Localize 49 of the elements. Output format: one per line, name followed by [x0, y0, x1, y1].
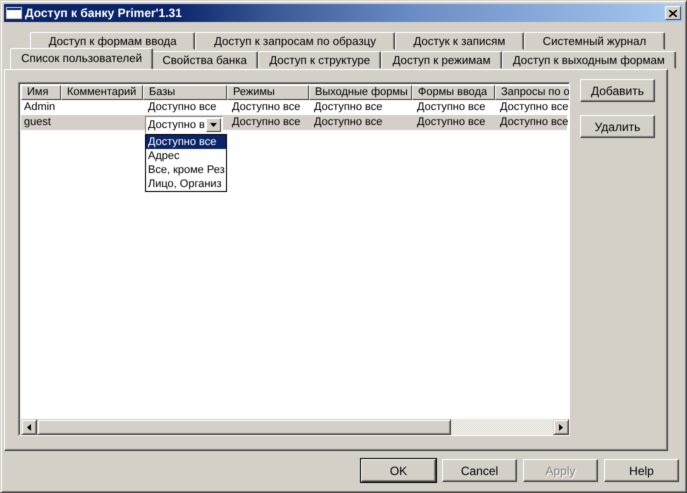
table-cell-text: guest [23, 115, 52, 130]
table-cell-text: Доступно все [313, 100, 384, 115]
table-cell-text: Доступно все [313, 115, 384, 130]
caret-icon [210, 123, 217, 127]
tab[interactable]: Доступ к выходным формам [502, 51, 676, 69]
window-title: Доступ к банку Primer'1.31 [25, 6, 183, 20]
table-cell-text: Admin [23, 100, 56, 115]
delete-button[interactable]: Удалить [580, 115, 655, 138]
left-arrow-icon [27, 424, 31, 430]
table-cell-text: Доступно все [231, 115, 302, 130]
column-header[interactable]: Режимы [227, 85, 309, 100]
dialog-button[interactable]: Help [604, 459, 679, 482]
table-cell-text: Доступно все [147, 100, 218, 115]
scroll-left-button[interactable] [21, 419, 37, 435]
dropdown-button[interactable] [206, 118, 221, 132]
dropdown-option[interactable]: Доступно все [146, 135, 226, 149]
column-header[interactable]: Запросы по о [495, 85, 569, 100]
scroll-right-button[interactable] [553, 419, 569, 435]
horizontal-scrollbar[interactable] [21, 419, 569, 435]
dialog-button[interactable]: Cancel [442, 459, 517, 482]
tab[interactable]: Доступ к формам ввода [30, 32, 196, 50]
window-icon [6, 7, 22, 19]
dropdown-option[interactable]: Все, кроме Рез [146, 163, 226, 177]
dropdown-option[interactable]: Лицо, Организ [146, 177, 226, 191]
tab[interactable]: Список пользователей [10, 48, 154, 69]
tab[interactable]: Доступ к структуре [258, 51, 382, 69]
close-button[interactable] [665, 6, 681, 20]
right-arrow-icon [559, 424, 563, 430]
combo-box[interactable]: Доступно в [145, 116, 223, 134]
column-header[interactable]: Формы ввода [412, 85, 495, 100]
tab[interactable]: Доступ к режимам [381, 51, 502, 69]
tab[interactable]: Системный журнал [524, 32, 665, 50]
close-icon [669, 10, 677, 16]
column-header[interactable]: Выходные формы [309, 85, 412, 100]
table-cell-text: Доступно все [416, 100, 486, 115]
table-cell-text: Доступно все [231, 100, 302, 115]
column-header[interactable]: Имя [21, 85, 61, 100]
tab[interactable]: Доступ к запросам по образцу [195, 32, 395, 50]
dialog-button[interactable]: OK [361, 459, 436, 482]
column-header[interactable]: Базы [143, 85, 227, 100]
table-cell-text: Доступно все [499, 100, 569, 115]
table-cell-text: Доступно все [416, 115, 486, 130]
dropdown-option[interactable]: Адрес [146, 149, 226, 163]
scroll-thumb[interactable] [37, 419, 451, 435]
tab[interactable]: Достук к записям [394, 32, 524, 50]
add-button[interactable]: Добавить [580, 79, 655, 102]
column-header[interactable]: Комментарий [61, 85, 143, 100]
tab[interactable]: Свойства банка [151, 51, 258, 69]
table-cell-text: Доступно все [499, 115, 569, 130]
